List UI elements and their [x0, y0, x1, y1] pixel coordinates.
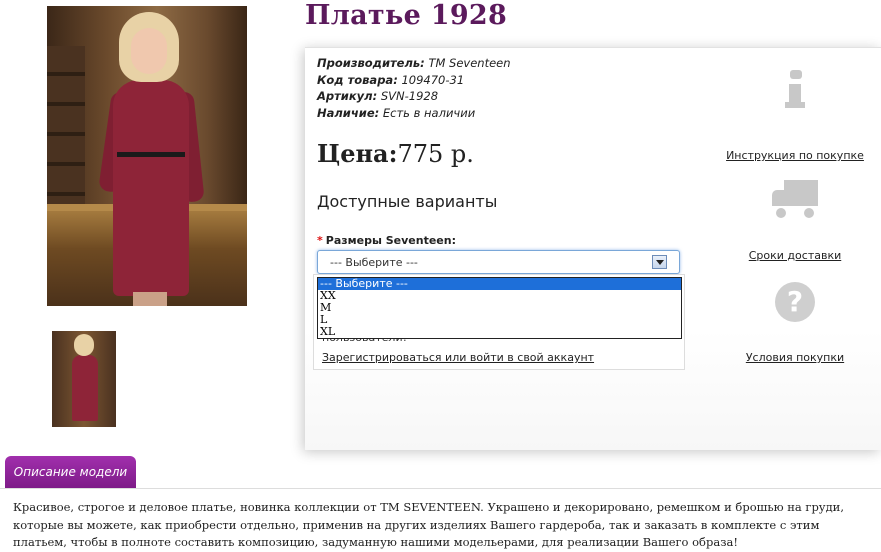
- photo-legs: [133, 292, 167, 306]
- info-icon: [785, 68, 805, 114]
- purchase-info-column: Инструкция по покупке Сроки доставки ? У…: [725, 48, 865, 388]
- side-delivery: Сроки доставки: [725, 178, 865, 263]
- thumb-hair: [74, 334, 94, 356]
- size-option[interactable]: M: [318, 302, 681, 314]
- size-select-value: --- Выберите ---: [330, 256, 418, 269]
- terms-link[interactable]: Условия покупки: [746, 351, 844, 364]
- meta-code: Код товара: 109470-31: [317, 72, 465, 87]
- size-option[interactable]: L: [318, 314, 681, 326]
- register-link[interactable]: Зарегистрироваться или войти в свой акка…: [322, 351, 594, 364]
- question-icon: ?: [775, 282, 815, 322]
- instruction-link[interactable]: Инструкция по покупке: [726, 149, 864, 162]
- meta-manufacturer: Производитель: TM Seventeen: [317, 56, 511, 70]
- thumb-dress: [72, 355, 98, 421]
- product-info-panel: Производитель: TM Seventeen Код товара: …: [305, 47, 881, 450]
- chevron-down-icon[interactable]: [652, 255, 667, 269]
- photo-face: [131, 28, 167, 74]
- tab-description[interactable]: Описание модели: [5, 456, 136, 488]
- size-option[interactable]: XL: [318, 326, 681, 338]
- size-option[interactable]: XX: [318, 290, 681, 302]
- side-terms: ? Условия покупки: [725, 282, 865, 365]
- description-text: Красивое, строгое и деловое платье, нови…: [13, 500, 844, 549]
- product-price: Цена:775 р.: [317, 139, 474, 168]
- delivery-link[interactable]: Сроки доставки: [749, 249, 842, 262]
- description-panel: Красивое, строгое и деловое платье, нови…: [0, 488, 881, 550]
- required-mark: *: [317, 234, 323, 247]
- product-main-image[interactable]: [47, 6, 247, 306]
- size-option[interactable]: --- Выберите ---: [318, 278, 681, 290]
- size-label: * Размеры Seventeen:: [317, 234, 456, 247]
- photo-bookshelf: [47, 46, 85, 206]
- product-meta: Производитель: TM Seventeen Код товара: …: [317, 55, 511, 121]
- product-title: Платье 1928: [305, 0, 508, 31]
- truck-icon: [770, 178, 820, 220]
- size-dropdown-list: --- Выберите --- XX M L XL: [317, 277, 682, 339]
- size-select[interactable]: --- Выберите ---: [317, 250, 680, 274]
- meta-sku: Артикул: SVN-1928: [317, 89, 439, 103]
- variants-title: Доступные варианты: [317, 192, 498, 211]
- photo-belt: [117, 152, 185, 157]
- meta-availability: Наличие: Есть в наличии: [317, 105, 476, 120]
- photo-dress: [113, 80, 189, 296]
- side-instruction: Инструкция по покупке: [725, 68, 865, 163]
- product-thumbnail[interactable]: [52, 331, 116, 427]
